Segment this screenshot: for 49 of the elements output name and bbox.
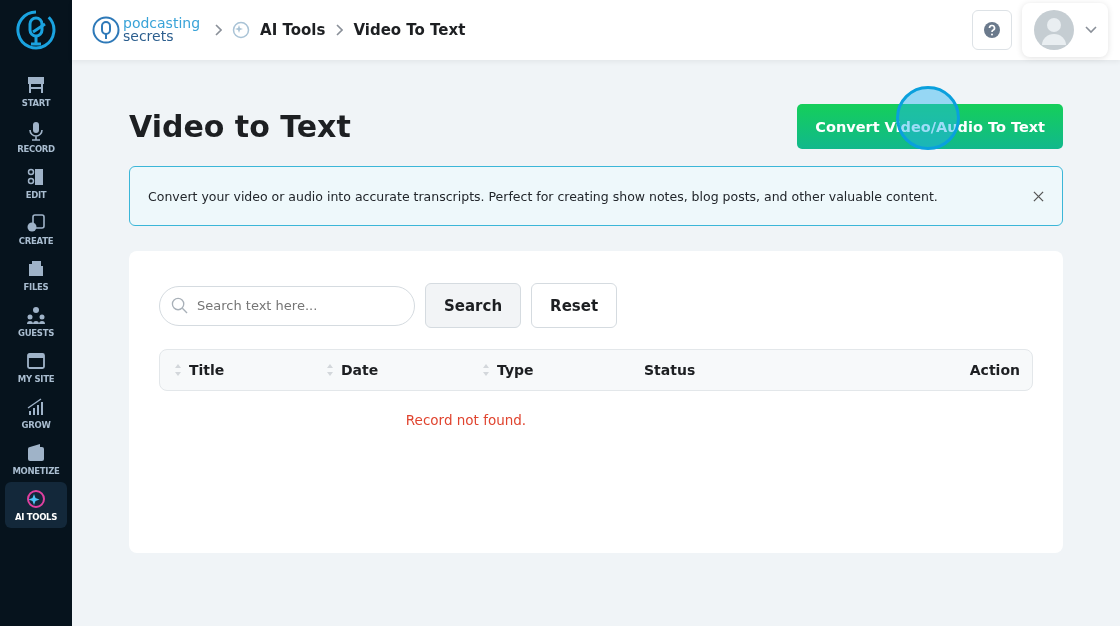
sparkle-icon [26,488,46,509]
sidebar-item[interactable]: EDIT [5,160,67,206]
logo-text: podcasting [123,17,201,30]
breadcrumb-link[interactable]: AI Tools [260,21,326,39]
sidebar-item[interactable]: MY SITE [5,344,67,390]
account-menu-button[interactable] [1022,3,1108,57]
sort-icon[interactable] [482,363,490,377]
column-header: Title [189,362,225,378]
chevron-right-icon [335,24,344,36]
microphone-icon [26,120,46,141]
avatar-icon [1033,10,1074,50]
info-text: Convert your video or audio into accurate transcripts. Perfect for creating show notes, blog posts, and other valuable content. [148,188,938,204]
wallet-icon [26,442,46,463]
search-button[interactable]: Search [425,283,522,328]
sidebar-item[interactable]: GROW [5,390,67,436]
breadcrumb-link[interactable]: Video To Text [353,21,466,39]
sidebar-item[interactable]: FILES [5,252,67,298]
microphone-logo-icon [92,16,120,44]
search-field[interactable]: Search text here... [159,285,415,326]
help-icon [983,21,1001,39]
sidebar-item[interactable]: AI TOOLS [5,482,67,528]
sort-icon[interactable] [174,363,182,377]
chevron-right-icon [214,24,223,36]
chevron-down-icon [1084,26,1097,34]
column-header: Action [969,362,1020,378]
browser-icon [26,350,46,371]
sidebar-item[interactable]: RECORD [5,114,67,160]
empty-message: Record not found. [404,412,528,428]
banner-icon [26,74,46,95]
column-header: Status [644,362,696,378]
sidebar-item[interactable]: START [5,68,67,114]
microphone-logo-icon [16,10,56,50]
sort-icon[interactable] [326,363,334,377]
column-header: Type [497,362,534,378]
page-title: Video to Text [129,109,351,144]
people-icon [26,304,46,325]
sidebar-item[interactable]: CREATE [5,206,67,252]
close-icon[interactable] [1033,190,1044,202]
logo-text: secrets [123,30,174,43]
help-button[interactable] [972,10,1012,50]
search-icon [171,296,188,314]
bar-chart-icon [26,396,46,417]
sidebar-item[interactable]: GUESTS [5,298,67,344]
sidebar-item[interactable]: MONETIZE [5,436,67,482]
folder-icon [26,258,46,279]
document-icon [26,212,46,233]
column-header: Date [341,362,379,378]
reset-button[interactable]: Reset [531,283,618,328]
sparkle-icon [232,21,251,39]
